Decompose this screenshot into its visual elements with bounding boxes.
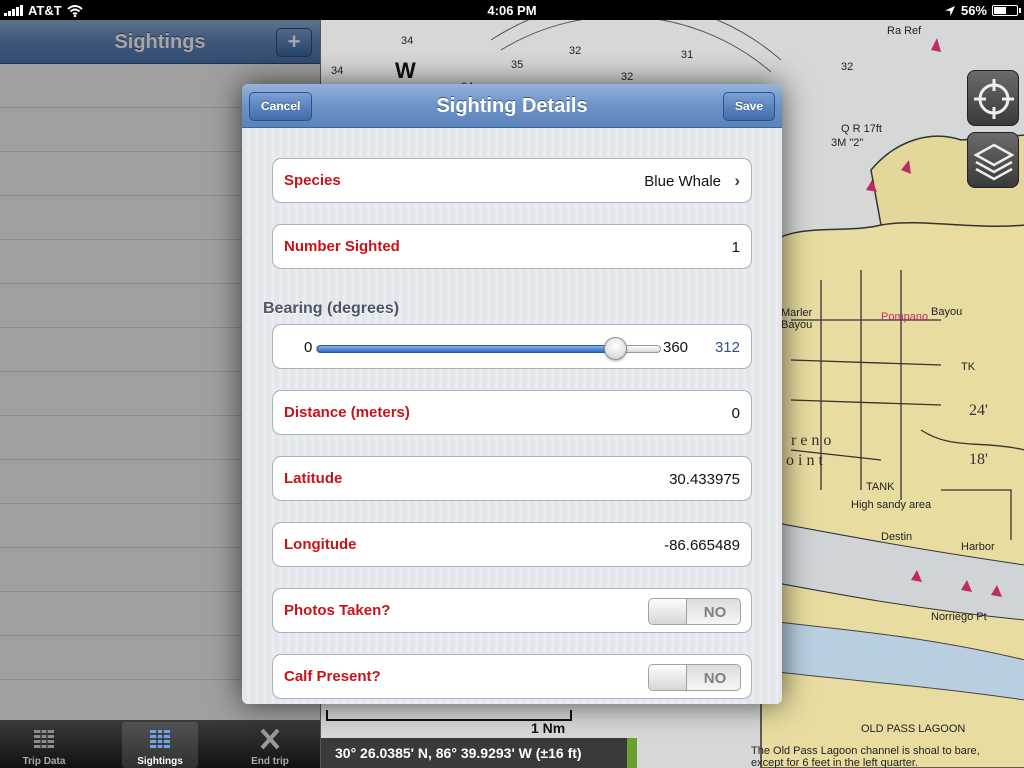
latitude-row[interactable]: Latitude 30.433975 — [272, 456, 752, 501]
battery-icon — [992, 5, 1021, 16]
photos-taken-toggle[interactable]: NO — [648, 598, 741, 625]
svg-text:31: 31 — [681, 49, 693, 61]
svg-text:r e n o: r e n o — [791, 432, 831, 449]
svg-text:32: 32 — [841, 61, 853, 73]
map-scale-label: 1 Nm — [531, 720, 566, 736]
calf-present-row: Calf Present? NO — [272, 654, 752, 699]
distance-label: Distance (meters) — [284, 404, 410, 421]
number-sighted-label: Number Sighted — [284, 238, 400, 255]
svg-text:TANK: TANK — [866, 481, 895, 493]
svg-text:Bayou: Bayou — [931, 306, 962, 318]
layers-icon — [973, 143, 1015, 181]
gps-status-indicator — [627, 738, 637, 768]
save-button[interactable]: Save — [722, 92, 775, 121]
tab-trip-data-label: Trip Data — [22, 756, 66, 767]
svg-text:34: 34 — [401, 35, 413, 47]
layers-button[interactable] — [967, 132, 1019, 188]
tab-trip-data[interactable]: Trip Data — [6, 722, 82, 768]
grid-icon — [34, 729, 54, 749]
crosshair-icon — [974, 79, 1014, 119]
bearing-value: 312 — [714, 339, 740, 356]
x-icon — [260, 728, 280, 750]
svg-text:24': 24' — [969, 402, 988, 419]
svg-text:32: 32 — [569, 45, 581, 57]
svg-text:The Old Pass Lagoon channel is: The Old Pass Lagoon channel is shoal to … — [751, 745, 980, 757]
photos-taken-row: Photos Taken? NO — [272, 588, 752, 633]
svg-text:3M "2": 3M "2" — [831, 137, 863, 149]
cancel-button[interactable]: Cancel — [249, 92, 313, 121]
modal-title: Sighting Details — [436, 95, 588, 117]
locate-button[interactable] — [967, 70, 1019, 126]
tab-bar: Trip Data Sightings End trip — [0, 720, 320, 768]
svg-text:Q R 17ft: Q R 17ft — [841, 123, 882, 135]
bearing-header: Bearing (degrees) — [263, 300, 400, 317]
distance-value[interactable]: 0 — [732, 405, 740, 422]
number-sighted-row[interactable]: Number Sighted 1 — [272, 224, 752, 269]
svg-text:o i n t: o i n t — [786, 452, 823, 469]
longitude-label: Longitude — [284, 536, 357, 553]
bearing-max-label: 360 — [663, 339, 689, 356]
calf-present-toggle[interactable]: NO — [648, 664, 741, 691]
gps-coordinates: 30° 26.0385' N, 86° 39.9293' W (±16 ft) — [321, 738, 627, 768]
svg-text:Bayou: Bayou — [781, 319, 812, 331]
svg-text:High sandy area: High sandy area — [851, 499, 932, 511]
calf-present-toggle-text: NO — [703, 670, 727, 687]
svg-text:35: 35 — [511, 59, 523, 71]
tab-end-trip-label: End trip — [251, 756, 289, 767]
svg-text:Destin: Destin — [881, 531, 912, 543]
bearing-min-label: 0 — [304, 339, 313, 356]
species-label: Species — [284, 172, 341, 189]
tab-sightings-label: Sightings — [137, 756, 183, 767]
latitude-value[interactable]: 30.433975 — [669, 471, 740, 488]
number-sighted-value[interactable]: 1 — [732, 239, 740, 256]
svg-text:Marler: Marler — [781, 307, 813, 319]
species-value: Blue Whale — [644, 173, 721, 190]
list-grid-icon — [150, 729, 170, 749]
sighting-details-modal: Sighting Details Cancel Save Species Blu… — [242, 84, 782, 704]
svg-text:18': 18' — [969, 451, 988, 468]
modal-nav-bar: Sighting Details Cancel Save — [242, 84, 782, 128]
species-row[interactable]: Species Blue Whale › — [272, 158, 752, 203]
location-arrow-icon — [944, 5, 955, 16]
tab-sightings[interactable]: Sightings — [122, 722, 198, 768]
longitude-row[interactable]: Longitude -86.665489 — [272, 522, 752, 567]
battery-percent: 56% — [960, 3, 987, 18]
bearing-slider-fill — [317, 345, 616, 353]
distance-row[interactable]: Distance (meters) 0 — [272, 390, 752, 435]
status-bar: AT&T 4:06 PM 56% — [0, 0, 1024, 20]
svg-text:Ra Ref: Ra Ref — [887, 25, 922, 37]
chevron-right-icon: › — [734, 171, 740, 190]
svg-text:Norriego Pt: Norriego Pt — [931, 611, 987, 623]
svg-text:OLD PASS LAGOON: OLD PASS LAGOON — [861, 723, 965, 735]
calf-present-label: Calf Present? — [284, 668, 381, 685]
svg-text:Pompano: Pompano — [881, 311, 928, 323]
svg-text:except for 6 feet in the left: except for 6 feet in the left quarter. — [751, 757, 918, 768]
svg-text:34: 34 — [331, 65, 343, 77]
tab-end-trip[interactable]: End trip — [232, 722, 308, 768]
longitude-value[interactable]: -86.665489 — [664, 537, 740, 554]
svg-text:W: W — [395, 58, 416, 83]
bearing-slider-thumb[interactable] — [604, 337, 627, 360]
status-time: 4:06 PM — [487, 3, 537, 18]
bearing-row: 0 360 312 — [272, 324, 752, 369]
svg-text:32: 32 — [621, 71, 633, 83]
svg-text:Harbor: Harbor — [961, 541, 995, 553]
svg-text:TK: TK — [961, 361, 976, 373]
modal-form: Species Blue Whale › Number Sighted 1 Be… — [242, 128, 782, 704]
bearing-slider[interactable] — [316, 337, 661, 360]
photos-taken-toggle-text: NO — [703, 604, 727, 621]
latitude-label: Latitude — [284, 470, 343, 487]
photos-taken-label: Photos Taken? — [284, 602, 391, 619]
